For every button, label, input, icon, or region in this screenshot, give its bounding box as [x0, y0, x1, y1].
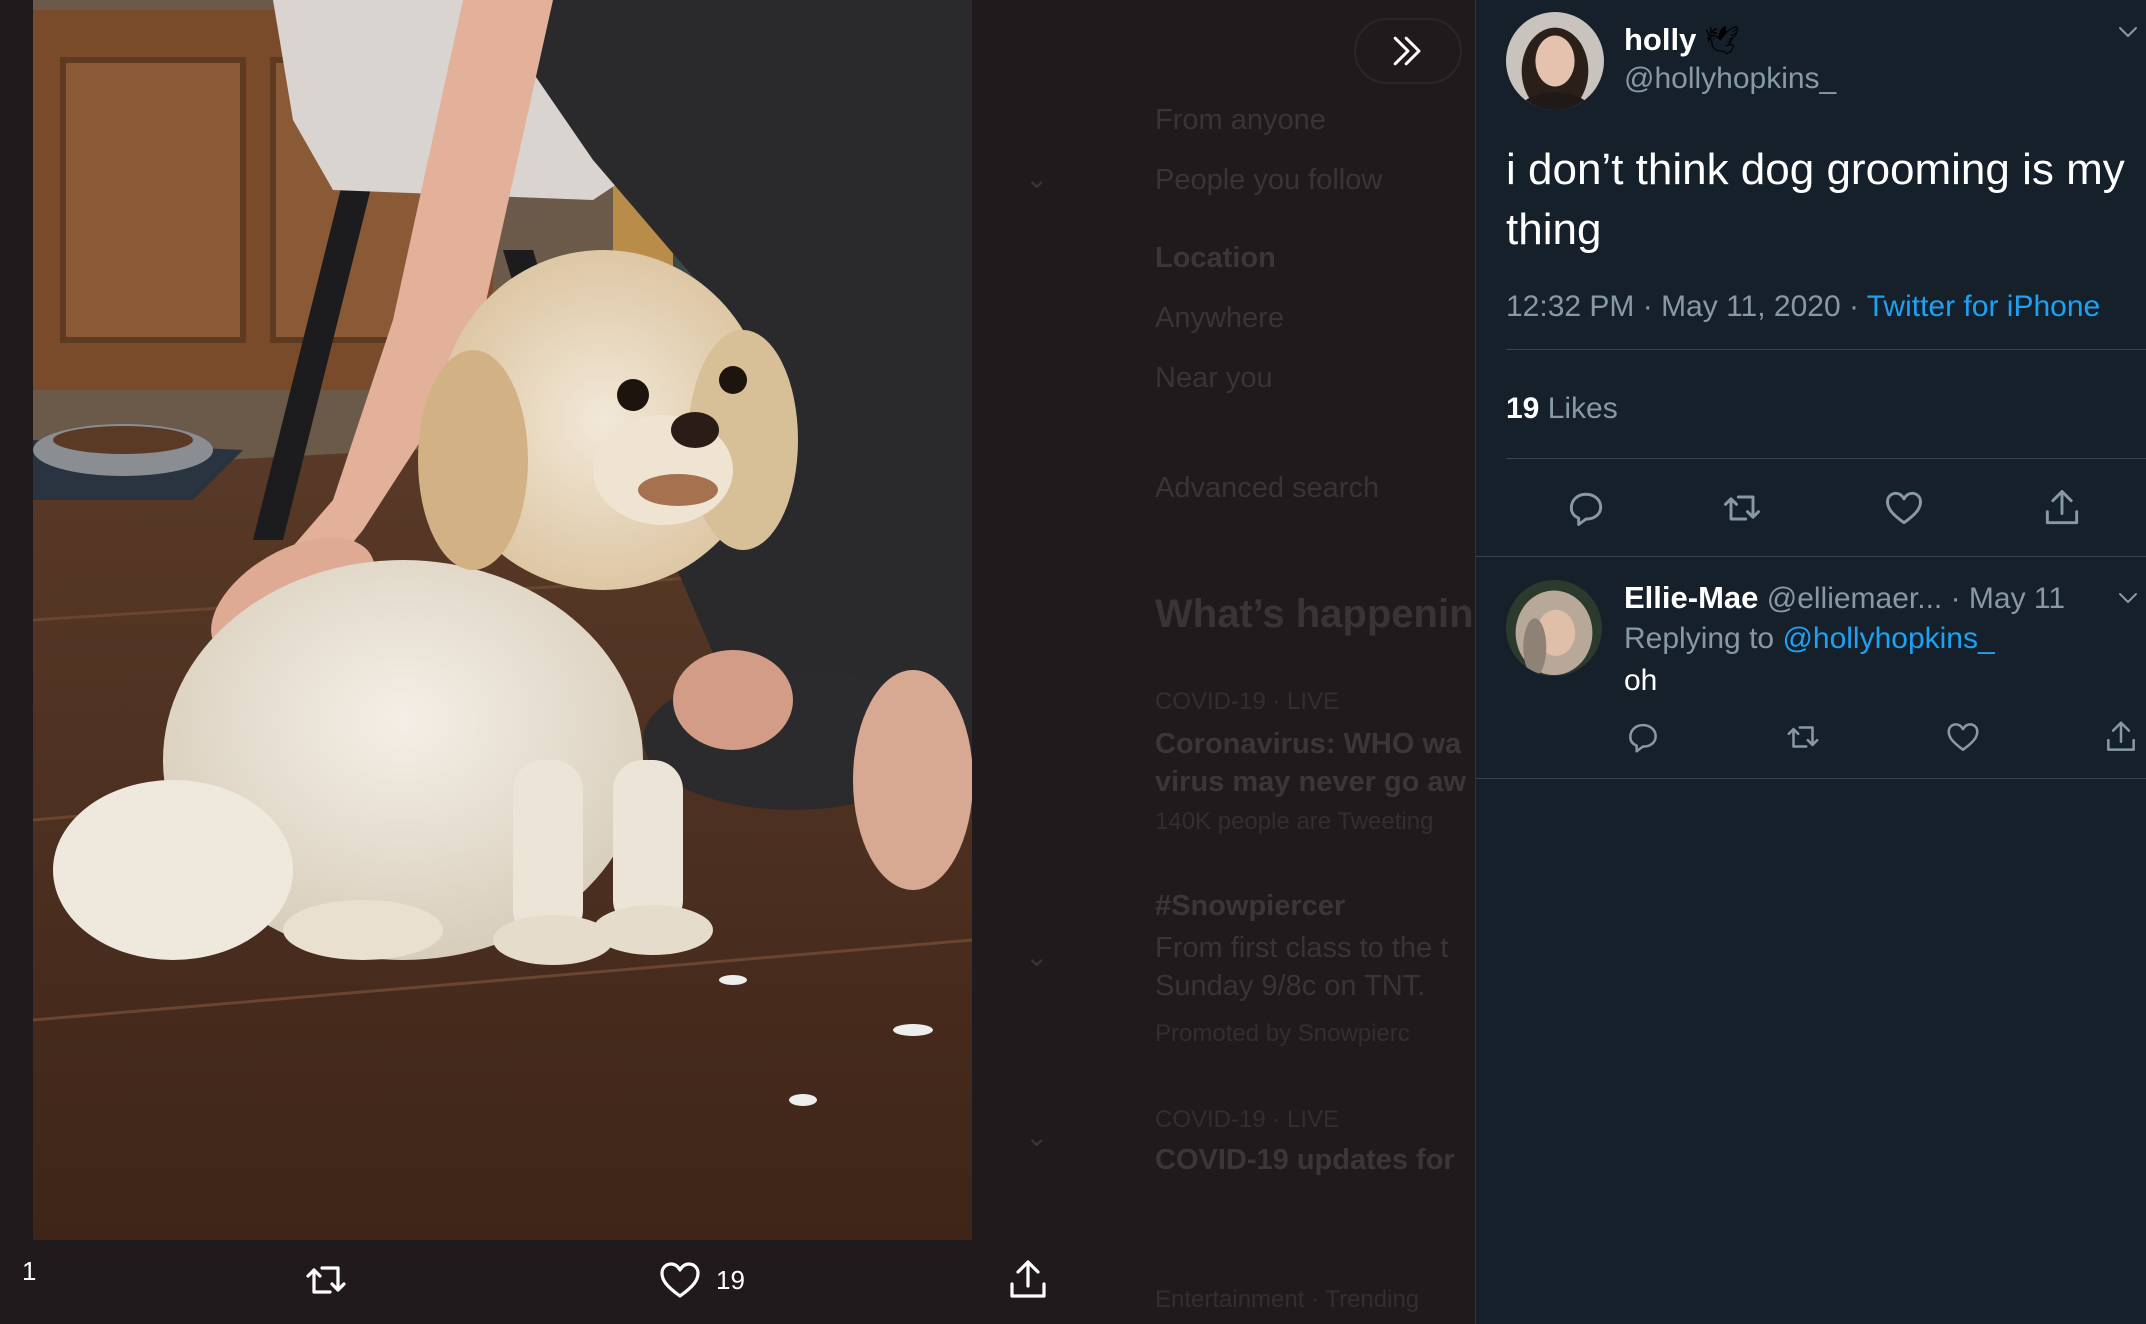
like-button[interactable] [1882, 486, 1926, 530]
filter-people-you-follow: People you follow [1155, 164, 1383, 196]
trend-count: 140K people are Tweeting [1155, 808, 1434, 835]
reply-date[interactable]: · May 11 [1942, 582, 2065, 615]
reply-button[interactable] [1564, 486, 1608, 530]
chevron-down-icon: ⌄ [1025, 1121, 1049, 1152]
media-share-button[interactable] [1004, 1256, 1052, 1304]
trend-meta: Entertainment · Trending [1155, 1286, 1420, 1313]
reply-text: oh [1624, 664, 1658, 697]
media-viewer: From anyone People you follow ⌄ Location… [0, 0, 1475, 1324]
retweet-icon [1787, 726, 1819, 748]
tweet-detail-panel: holly 🕊 @hollyhopkins_ i don’t think dog… [1475, 0, 2146, 1324]
chevron-down-icon: ⌄ [1025, 163, 1049, 194]
reply-icon [1569, 492, 1603, 526]
trend-promoted: Promoted by Snowpierc [1155, 1020, 1410, 1047]
trend-meta: COVID-19 · LIVE [1155, 688, 1340, 715]
tweet-more-button[interactable] [2116, 20, 2140, 44]
trend-meta: COVID-19 · LIVE [1155, 1106, 1340, 1133]
reply-reply-button[interactable] [1624, 718, 1662, 756]
reply-more-button[interactable] [2116, 586, 2140, 610]
share-button[interactable] [2040, 486, 2084, 530]
tweet-photo[interactable] [33, 0, 972, 1240]
share-icon [2045, 490, 2079, 525]
dove-emoji: 🕊 [1704, 24, 1740, 56]
location-anywhere: Anywhere [1155, 302, 1284, 334]
likes-count: 19 [1506, 392, 1540, 425]
author-avatar[interactable] [1506, 12, 1604, 110]
reply-share-button[interactable] [2102, 718, 2140, 756]
media-like-button[interactable]: 19 [656, 1256, 745, 1304]
media-retweet-button[interactable] [302, 1256, 350, 1304]
reply-icon [1629, 723, 1657, 753]
replying-to-label: Replying to [1624, 622, 1783, 655]
trend-title: virus may never go aw [1155, 766, 1467, 798]
trend-title: Coronavirus: WHO wa [1155, 728, 1462, 760]
likes-label: Likes [1539, 392, 1618, 425]
like-count: 19 [716, 1264, 745, 1295]
collapse-panel-icon [1393, 36, 1421, 66]
divider [1476, 778, 2146, 779]
reply-count: 1 [22, 1256, 37, 1286]
trend-description: From first class to the t [1155, 932, 1449, 964]
author-handle[interactable]: @hollyhopkins_ [1624, 62, 1836, 96]
reply-retweet-button[interactable] [1784, 718, 1822, 756]
media-action-bar: 1 19 [0, 1240, 1100, 1324]
whats-happening-heading: What’s happenin [1155, 592, 1474, 636]
share-icon [2107, 721, 2135, 751]
like-icon [660, 1262, 700, 1298]
author-name[interactable]: holly [1624, 22, 1696, 58]
tweet-source[interactable]: Twitter for iPhone [1867, 290, 2100, 323]
tweet-timestamp[interactable]: 12:32 PM · May 11, 2020 · [1506, 290, 1867, 323]
advanced-search-link: Advanced search [1155, 472, 1380, 504]
trend-title: COVID-19 updates for [1155, 1144, 1455, 1176]
share-icon [1010, 1260, 1046, 1298]
tweet-meta: 12:32 PM · May 11, 2020 · Twitter for iP… [1506, 290, 2100, 324]
chevron-down-icon [2119, 593, 2137, 603]
retweet-button[interactable] [1720, 486, 1764, 530]
collapse-panel-button[interactable] [1354, 18, 1462, 84]
filter-from-anyone: From anyone [1155, 104, 1326, 136]
retweet-icon [1724, 495, 1760, 521]
trend-description: Sunday 9/8c on TNT. [1155, 970, 1426, 1002]
media-reply-button[interactable]: 1 [10, 1256, 36, 1287]
background-sidebar: From anyone People you follow ⌄ Location… [1025, 0, 1475, 1324]
reply-author-name[interactable]: Ellie-Mae [1624, 580, 1758, 615]
retweet-icon [306, 1266, 346, 1294]
reply-author-handle[interactable]: @elliemaer... [1767, 582, 1943, 615]
like-icon [1886, 491, 1922, 525]
replying-to-handle[interactable]: @hollyhopkins_ [1782, 622, 1994, 655]
divider [1506, 349, 2146, 350]
location-heading: Location [1155, 242, 1276, 274]
tweet-text: i don’t think dog grooming is my thing [1506, 145, 2125, 254]
reply-like-button[interactable] [1944, 718, 1982, 756]
divider [1476, 556, 2146, 557]
reply-header: Ellie-Mae @elliemaer... · May 11 [1624, 580, 2065, 616]
replying-to: Replying to @hollyhopkins_ [1624, 622, 1995, 656]
chevron-down-icon: ⌄ [1025, 941, 1049, 972]
location-near-you: Near you [1155, 362, 1273, 394]
reply-author-avatar[interactable] [1506, 580, 1602, 676]
trend-tag: #Snowpiercer [1155, 890, 1346, 922]
chevron-down-icon [2119, 27, 2137, 37]
divider [1506, 458, 2146, 459]
likes-summary[interactable]: 19 Likes [1506, 392, 1618, 426]
like-icon [1947, 723, 1979, 751]
